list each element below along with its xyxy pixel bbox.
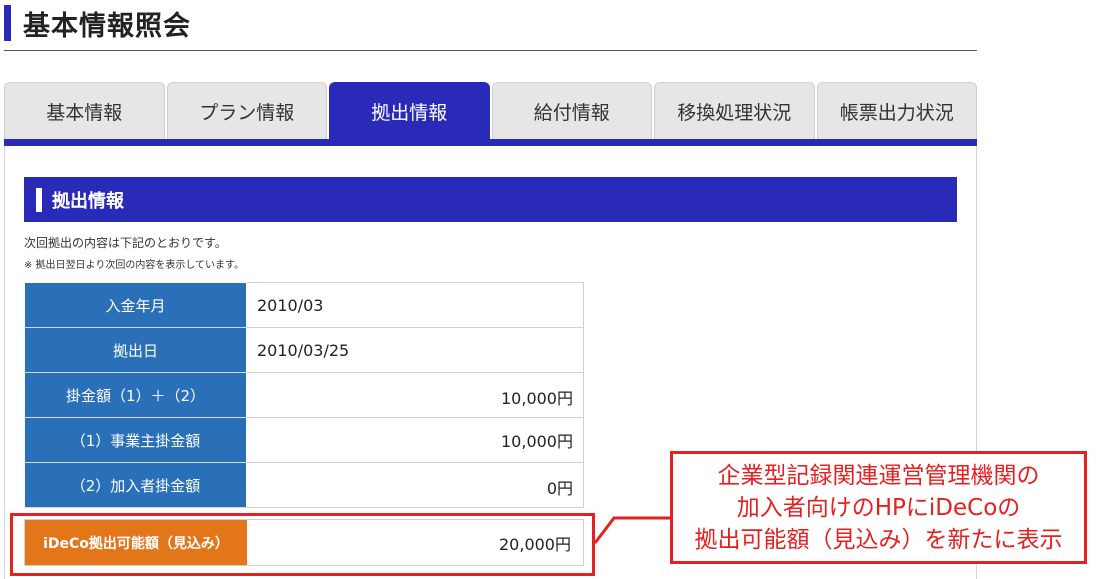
callout-line-3: 拠出可能額（見込み）を新たに表示 [694, 526, 1063, 553]
annotation-callout: 企業型記録関連運営管理機関の 加入者向けのHPにiDeCoの 拠出可能額（見込み… [670, 451, 1087, 564]
callout-line-1: 企業型記録関連運営管理機関の [717, 462, 1040, 489]
callout-line-2: 加入者向けのHPにiDeCoの [736, 494, 1021, 521]
